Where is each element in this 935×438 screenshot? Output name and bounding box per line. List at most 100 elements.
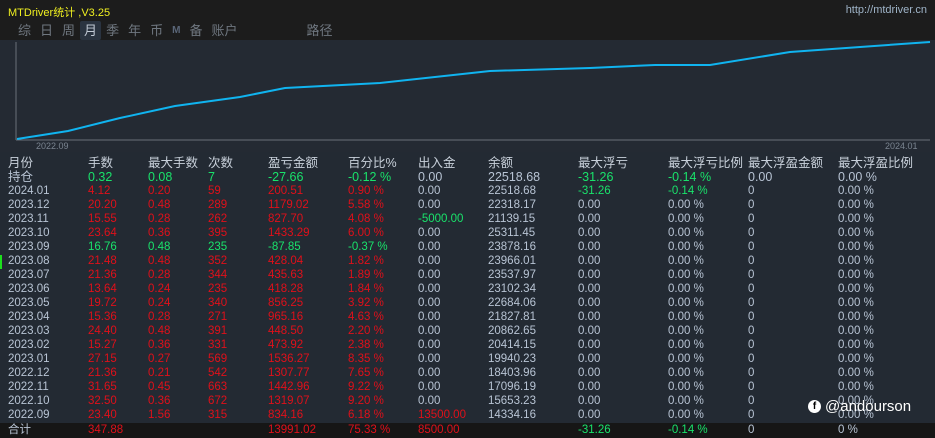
cell-0: 2023.07 [8, 269, 50, 281]
cell-8: 最大浮亏 [578, 156, 629, 170]
cell-11: 0.00 % [838, 170, 877, 184]
cell-9: 0.00 % [668, 283, 704, 295]
cell-2: 0.27 [148, 353, 171, 365]
cell-5: 0.90 % [348, 185, 384, 197]
tab-7[interactable]: M [168, 21, 184, 40]
tab-2[interactable]: 周 [58, 21, 79, 40]
cell-0: 2022.10 [8, 395, 50, 407]
tab-4[interactable]: 季 [102, 21, 123, 40]
cell-2: 0.28 [148, 311, 171, 323]
cell-9: 0.00 % [668, 367, 704, 379]
cell-9: 0.00 % [668, 213, 704, 225]
table-header: 月份 手数 最大手数 次数 盈亏金额 百分比% 出入金 余额 最大浮亏 最大浮亏比例 最大浮盈金额最… [0, 156, 935, 170]
tab-8[interactable]: 备 [185, 21, 206, 40]
cell-6: 0.00 [418, 170, 443, 184]
cell-6: 0.00 [418, 367, 441, 379]
cell-1: 32.50 [88, 395, 117, 407]
tab-0[interactable]: 综 [14, 21, 35, 40]
cell-0: 月份 [8, 156, 34, 170]
cell-9: 0.00 % [668, 227, 704, 239]
balance-chart: 2022.09 2024.01 [0, 40, 935, 152]
cell-3: 672 [208, 395, 228, 407]
cell-4: -27.66 [268, 170, 304, 184]
cell-7: 22684.06 [488, 297, 536, 309]
cell-4: 1442.96 [268, 381, 310, 393]
cell-4: 1319.07 [268, 395, 310, 407]
cell-5: 8.35 % [348, 353, 384, 365]
cell-7: 23966.01 [488, 255, 536, 267]
website-link[interactable]: http://mtdriver.cn [846, 4, 927, 16]
cell-10: 0 [748, 339, 755, 351]
cell-9: 0.00 % [668, 241, 704, 253]
stats-table: 月份 手数 最大手数 次数 盈亏金额 百分比% 出入金 余额 最大浮亏 最大浮亏比例 最大浮盈金额最… [0, 152, 935, 438]
cell-3: 271 [208, 311, 228, 323]
x-label-end: 2024.01 [885, 141, 918, 151]
cell-3: 542 [208, 367, 228, 379]
cell-8: -31.26 [578, 170, 614, 184]
cell-3: 352 [208, 255, 228, 267]
tab-5[interactable]: 年 [124, 21, 145, 40]
cell-6: 0.00 [418, 283, 441, 295]
cell-7: 20862.65 [488, 325, 536, 337]
cell-0: 2022.12 [8, 367, 50, 379]
cell-3: 344 [208, 269, 228, 281]
table-row: 2023.08 21.48 0.48 352 428.04 1.82 % 0.00 23966… [0, 254, 935, 268]
cell-3: 331 [208, 339, 228, 351]
cell-4: 965.16 [268, 311, 304, 323]
cell-1: 15.27 [88, 339, 117, 351]
cell-8: 0.00 [578, 213, 601, 225]
cell-7: 25311.45 [488, 227, 536, 239]
cell-1: 21.36 [88, 367, 117, 379]
cell-8: 0.00 [578, 339, 601, 351]
cell-7: 23878.16 [488, 241, 536, 253]
cell-0: 2023.11 [8, 213, 49, 225]
watermark-text: @andourson [825, 398, 912, 415]
tab-9[interactable]: 账户 [207, 21, 241, 40]
table-row: 2022.11 31.65 0.45 663 1442.96 9.22 % 0.00 1709… [0, 380, 935, 394]
cell-6: 0.00 [418, 311, 441, 323]
cell-5: 7.65 % [348, 367, 384, 379]
cell-10: 0 [748, 213, 755, 225]
cell-0: 合计 [8, 424, 31, 436]
cell-4: 1307.77 [268, 367, 310, 379]
cell-6: 出入金 [418, 156, 456, 170]
table-row: 2023.01 27.15 0.27 569 1536.27 8.35 % 0.00 1994… [0, 352, 935, 366]
cell-1: 27.15 [88, 353, 117, 365]
cell-2: 0.36 [148, 339, 171, 351]
cell-5: 4.63 % [348, 311, 384, 323]
balance-line [16, 41, 931, 140]
cell-2: 0.24 [148, 283, 171, 295]
tab-6[interactable]: 币 [146, 21, 167, 40]
cell-4: 827.70 [268, 213, 304, 225]
cell-2: 0.48 [148, 325, 171, 337]
cell-9: 0.00 % [668, 297, 704, 309]
cell-9: -0.14 % [668, 170, 712, 184]
cell-5: 百分比% [348, 156, 397, 170]
cell-10: 0 [748, 395, 755, 407]
cell-3: 569 [208, 353, 228, 365]
cell-4: 435.63 [268, 269, 304, 281]
cell-8: -31.26 [578, 185, 611, 197]
table-row: 2023.11 15.55 0.28 262 827.70 4.08 % -5000.00 2… [0, 212, 935, 226]
cell-11: 0.00 % [838, 283, 874, 295]
cell-7: 22518.68 [488, 185, 536, 197]
cell-7: 22518.68 [488, 170, 541, 184]
tab-1[interactable]: 日 [36, 21, 57, 40]
tab-3[interactable]: 月 [80, 21, 102, 40]
cell-8: 0.00 [578, 367, 601, 379]
cell-9: 0.00 % [668, 353, 704, 365]
cell-2: 0.36 [148, 227, 171, 239]
cell-3: 235 [208, 283, 228, 295]
cell-10: 0 [748, 381, 755, 393]
cell-4: 13991.02 [268, 424, 316, 436]
cell-3: 663 [208, 381, 228, 393]
cell-10: 0 [748, 409, 755, 421]
cell-10: 0 [748, 297, 755, 309]
cell-1: 13.64 [88, 283, 117, 295]
cell-10: 0 [748, 311, 755, 323]
tab-10[interactable]: 路径 [302, 21, 336, 40]
cell-10: 0 [748, 353, 755, 365]
cell-0: 持仓 [8, 170, 34, 184]
cell-5: 2.20 % [348, 325, 384, 337]
cell-0: 2023.12 [8, 199, 50, 211]
